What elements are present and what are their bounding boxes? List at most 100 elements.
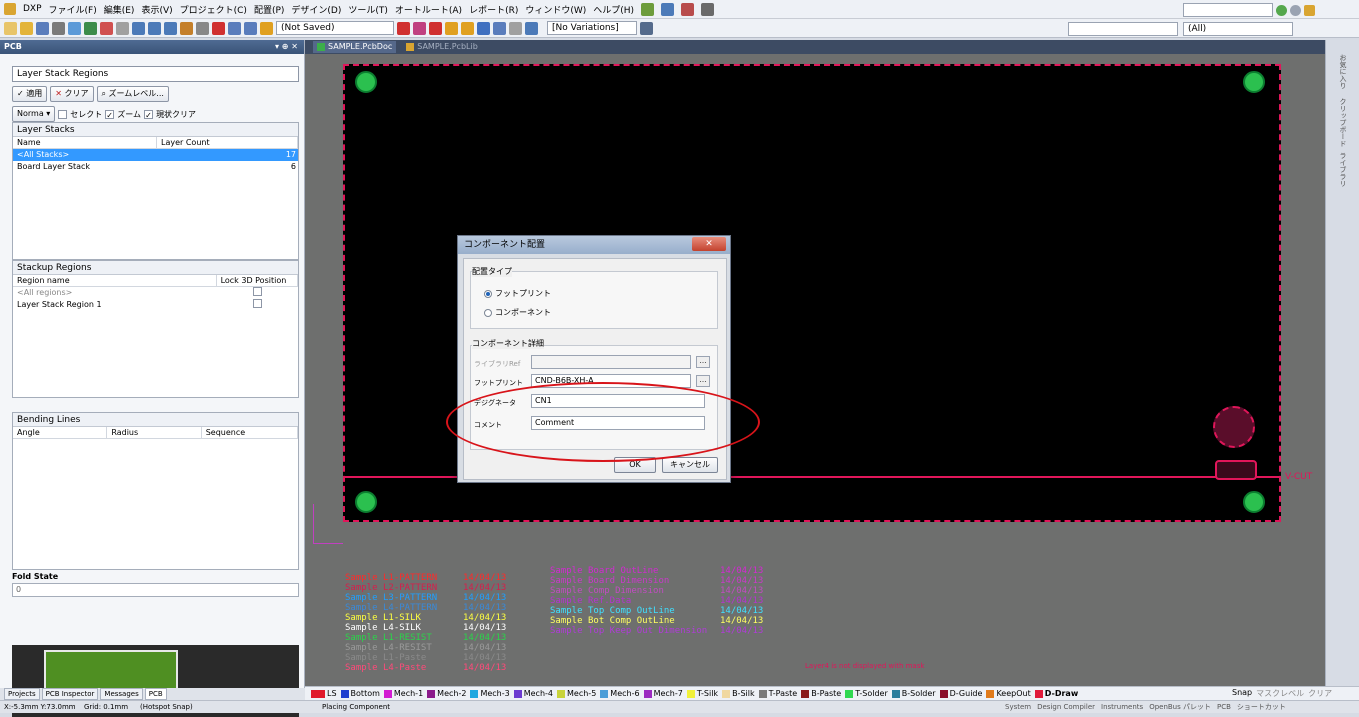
save-state-select[interactable]: (Not Saved) xyxy=(276,21,394,35)
tab-messages[interactable]: Messages xyxy=(100,688,143,700)
layer-tab-mech-1[interactable]: Mech-1 xyxy=(383,689,423,698)
table-row[interactable]: <All Stacks> 17 xyxy=(13,149,298,161)
home-icon[interactable] xyxy=(1304,4,1315,16)
menu-place[interactable]: 配置(P) xyxy=(254,3,284,16)
3d-icon[interactable] xyxy=(84,21,97,35)
variations-select[interactable]: [No Variations] xyxy=(547,21,637,35)
crosshair-icon[interactable] xyxy=(196,21,209,35)
layer-tab-mech-5[interactable]: Mech-5 xyxy=(557,689,596,698)
clear-mask-button[interactable]: クリア xyxy=(1308,688,1332,699)
mounting-hole-icon[interactable] xyxy=(355,71,377,93)
tab-sample-pcblib[interactable]: SAMPLE.PcbLib xyxy=(402,41,482,53)
lib-ref-input[interactable] xyxy=(531,355,691,369)
menu-edit[interactable]: 編集(E) xyxy=(104,3,135,16)
deselect-icon[interactable] xyxy=(212,21,225,35)
layer-tab-mech-7[interactable]: Mech-7 xyxy=(643,689,683,698)
radio-component[interactable]: コンポーネント xyxy=(484,307,551,318)
layer-tab-mech-4[interactable]: Mech-4 xyxy=(513,689,553,698)
table-row[interactable]: Layer Stack Region 1 xyxy=(13,299,298,311)
status-system-button[interactable]: System xyxy=(1005,701,1031,713)
dxp-logo-icon[interactable] xyxy=(4,3,16,15)
side-tab-libraries[interactable]: ライブラリ xyxy=(1338,152,1348,187)
col-radius[interactable]: Radius xyxy=(107,427,202,438)
tab-projects[interactable]: Projects xyxy=(4,688,40,700)
status-openbus-button[interactable]: OpenBus パレット xyxy=(1149,701,1211,713)
search-box[interactable] xyxy=(1183,3,1273,17)
layer-tab-b-silk[interactable]: B-Silk xyxy=(722,689,755,698)
mask-level-button[interactable]: マスクレベル xyxy=(1256,688,1304,699)
mounting-hole-icon[interactable] xyxy=(1243,491,1265,513)
layer-tab-keepout[interactable]: KeepOut xyxy=(986,689,1031,698)
mounting-hole-icon[interactable] xyxy=(1243,71,1265,93)
col-region-name[interactable]: Region name xyxy=(13,275,217,286)
col-layer-count[interactable]: Layer Count xyxy=(157,137,298,148)
layer-tab-mech-6[interactable]: Mech-6 xyxy=(600,689,640,698)
clear-existing-checkbox[interactable]: ✓ xyxy=(144,109,154,120)
status-shortcut-button[interactable]: ショートカット xyxy=(1237,701,1286,713)
tab-pcb-inspector[interactable]: PCB Inspector xyxy=(41,688,99,700)
paste-icon[interactable] xyxy=(164,21,177,35)
component-icon[interactable] xyxy=(525,21,538,35)
arc-icon[interactable] xyxy=(461,21,474,35)
menu-tools[interactable]: ツール(T) xyxy=(348,3,388,16)
menu-file[interactable]: ファイル(F) xyxy=(49,3,97,16)
menu-window[interactable]: ウィンドウ(W) xyxy=(525,3,586,16)
layer-tab-d-draw[interactable]: D-Draw xyxy=(1034,689,1078,698)
menu-project[interactable]: プロジェクト(C) xyxy=(180,3,247,16)
menu-autoroute[interactable]: オートルート(A) xyxy=(395,3,462,16)
panel-pin-close-icon[interactable]: ▾ ⊕ ✕ xyxy=(275,40,298,54)
lock-checkbox[interactable] xyxy=(253,287,262,296)
col-sequence[interactable]: Sequence xyxy=(202,427,299,438)
layer-tab-t-solder[interactable]: T-Solder xyxy=(845,689,888,698)
zoom-checkbox[interactable]: ✓ xyxy=(105,109,115,120)
via-icon[interactable] xyxy=(445,21,458,35)
align-icon[interactable] xyxy=(681,2,695,16)
close-icon[interactable]: ✕ xyxy=(692,237,726,251)
diff-pair-icon[interactable] xyxy=(413,21,426,35)
cancel-button[interactable]: キャンセル xyxy=(662,457,718,473)
radio-component-dot[interactable] xyxy=(484,308,492,317)
side-tab-clipboard[interactable]: クリップボード xyxy=(1338,98,1348,147)
table-row[interactable]: Board Layer Stack 6 xyxy=(13,161,298,173)
zoom-level-button[interactable]: ⌕ ズームレベル... xyxy=(96,86,169,102)
cut-icon[interactable] xyxy=(132,21,145,35)
col-name[interactable]: Name xyxy=(13,137,157,148)
new-icon[interactable] xyxy=(4,21,17,35)
layer-tab-t-paste[interactable]: T-Paste xyxy=(758,689,797,698)
layer-tab-mech-2[interactable]: Mech-2 xyxy=(427,689,466,698)
zoom-icon[interactable] xyxy=(68,21,81,35)
tab-sample-pcbdoc[interactable]: SAMPLE.PcbDoc xyxy=(313,41,397,53)
select-checkbox[interactable] xyxy=(58,109,68,119)
menu-dxp[interactable]: DXP xyxy=(23,4,42,14)
route-icon[interactable] xyxy=(641,2,655,16)
side-tab-favorites[interactable]: お気に入り xyxy=(1338,54,1348,89)
menu-reports[interactable]: レポート(R) xyxy=(469,3,518,16)
apply-button[interactable]: ✓ 適用 xyxy=(12,86,48,102)
back-icon[interactable] xyxy=(1276,4,1287,16)
move-icon[interactable] xyxy=(116,21,129,35)
pad-icon[interactable] xyxy=(661,2,675,16)
undo-icon[interactable] xyxy=(228,21,241,35)
lock-checkbox[interactable] xyxy=(253,299,262,308)
layer-tab-d-guide[interactable]: D-Guide xyxy=(939,689,982,698)
tab-pcb[interactable]: PCB xyxy=(144,688,167,700)
filter-all-combo[interactable]: (All) xyxy=(1183,22,1293,36)
grid-icon[interactable] xyxy=(701,2,715,16)
rubber-stamp-icon[interactable] xyxy=(180,21,193,35)
layer-tab-ls[interactable]: LS xyxy=(311,689,337,698)
layer-tab-b-solder[interactable]: B-Solder xyxy=(891,689,936,698)
mask-mode-select[interactable]: Norma ▾ xyxy=(12,106,56,122)
table-row[interactable]: <All regions> xyxy=(13,287,298,299)
col-angle[interactable]: Angle xyxy=(13,427,108,438)
save-icon[interactable] xyxy=(36,21,49,35)
menu-help[interactable]: ヘルプ(H) xyxy=(593,3,634,16)
status-instruments-button[interactable]: Instruments xyxy=(1101,701,1143,713)
multi-route-icon[interactable] xyxy=(429,21,442,35)
fold-state-slider[interactable]: 0 xyxy=(12,583,299,597)
panel-mode-combo[interactable]: Layer Stack Regions xyxy=(12,66,299,82)
forward-icon[interactable] xyxy=(1290,4,1301,16)
status-design-compiler-button[interactable]: Design Compiler xyxy=(1037,701,1095,713)
menu-view[interactable]: 表示(V) xyxy=(141,3,172,16)
layer-tab-mech-3[interactable]: Mech-3 xyxy=(470,689,510,698)
print-icon[interactable] xyxy=(52,21,65,35)
